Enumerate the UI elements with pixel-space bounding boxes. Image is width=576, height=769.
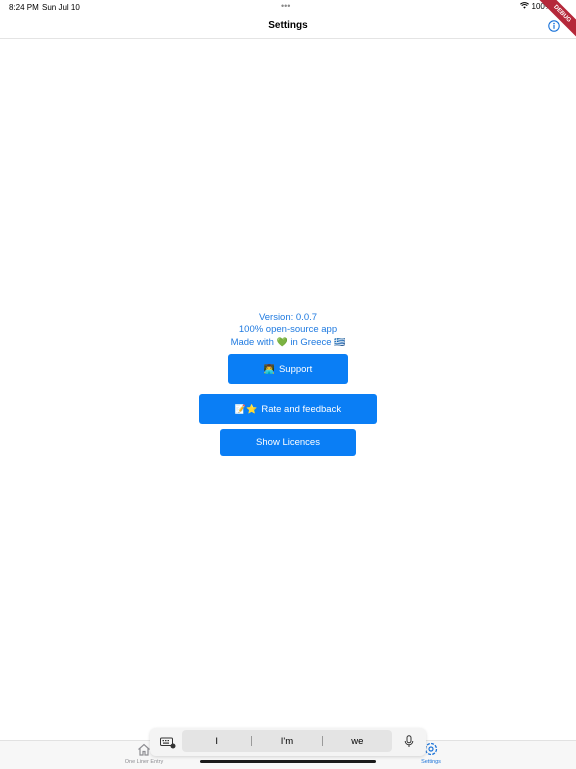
suggestion-item[interactable]: we (323, 736, 392, 747)
support-emoji: 👨‍💻 (263, 363, 275, 374)
info-circle-icon[interactable] (548, 19, 560, 32)
made-with-prefix: Made with (230, 337, 274, 348)
suggestion-strip: I I'm we (182, 730, 392, 752)
rate-label: Rate and feedback (261, 403, 342, 415)
keyboard-suggestion-bar: I I'm we (150, 728, 426, 756)
tab-label: One Liner Entry (124, 759, 164, 765)
tab-label: Settings (421, 759, 441, 765)
open-source-text: 100% open-source app (238, 324, 338, 335)
keyboard-icon[interactable] (160, 736, 176, 754)
show-licences-button[interactable]: Show Licences (220, 429, 356, 456)
home-indicator[interactable] (200, 760, 376, 763)
heart-emoji: 💚 (276, 337, 288, 347)
in-country-text: in Greece (290, 337, 332, 348)
multitasking-dots-icon[interactable]: ••• (281, 1, 290, 11)
rate-feedback-button[interactable]: 📝⭐️ Rate and feedback (199, 394, 377, 424)
wifi-icon (519, 2, 529, 11)
suggestion-item[interactable]: I (182, 736, 251, 747)
settings-icon (424, 742, 438, 758)
rate-emoji: 📝⭐️ (234, 403, 258, 414)
support-button[interactable]: 👨‍💻 Support (228, 354, 348, 384)
page-title: Settings (268, 20, 308, 31)
made-with-line: Made with 💚 in Greece 🇬🇷 (0, 337, 576, 348)
microphone-icon[interactable] (404, 735, 414, 753)
licences-label: Show Licences (256, 437, 320, 448)
status-time: 8:24 PM (9, 3, 39, 12)
status-bar: 8:24 PM Sun Jul 10 ••• 100% DEBUG (0, 0, 576, 47)
home-icon (137, 743, 151, 758)
support-label: Support (278, 363, 313, 375)
greek-flag-emoji: 🇬🇷 (334, 337, 346, 347)
suggestion-item[interactable]: I'm (252, 736, 321, 747)
navigation-bar: Settings (0, 14, 576, 39)
status-date: Sun Jul 10 (42, 3, 80, 12)
version-text: Version: 0.0.7 (258, 312, 318, 323)
